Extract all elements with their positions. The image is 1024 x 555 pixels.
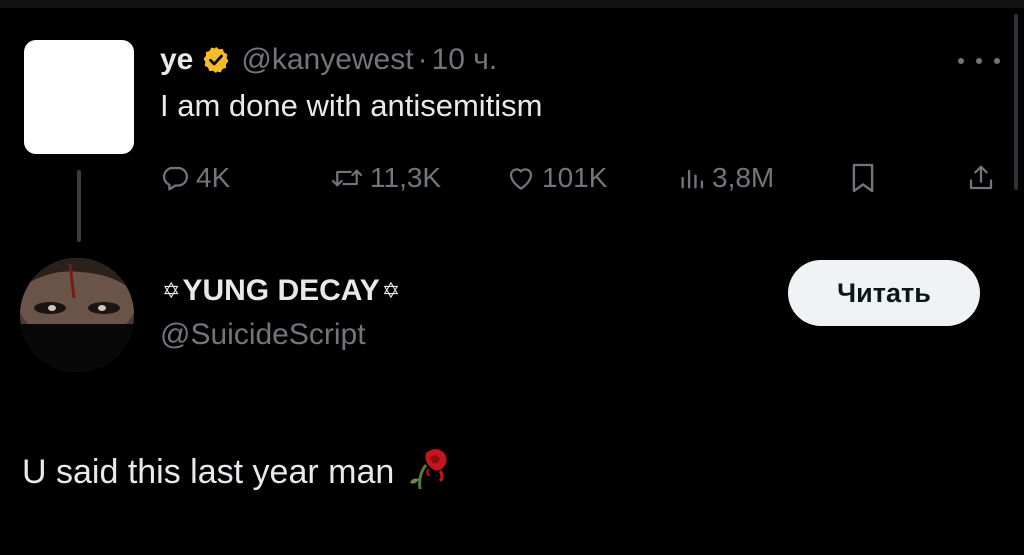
quoted-tweet-timestamp[interactable]: 10 ч. [432, 43, 498, 77]
quoted-tweet-header: ye @kanyewest · 10 ч. [160, 38, 497, 82]
retweet-button[interactable]: 11,3K [330, 160, 441, 196]
retweet-icon [331, 169, 363, 187]
reply-text-content: U said this last year man [22, 453, 395, 491]
author-name-text: YUNG DECAY [182, 274, 380, 307]
author-handle[interactable]: @SuicideScript [160, 318, 366, 352]
quoted-tweet-text: I am done with antisemitism [160, 88, 543, 123]
reply-icon [162, 166, 188, 191]
share-button[interactable] [966, 160, 996, 196]
reply-count: 4K [196, 162, 231, 193]
author-avatar[interactable] [20, 258, 134, 372]
follow-button[interactable]: Читать [788, 260, 980, 326]
reply-button[interactable]: 4K [160, 160, 230, 196]
reply-text: U said this last year man [22, 445, 450, 500]
verified-badge-icon[interactable] [201, 45, 231, 75]
views-button[interactable]: 3,8M [678, 160, 774, 196]
heart-icon [509, 168, 533, 190]
share-icon [969, 165, 993, 190]
bookmark-icon [852, 163, 874, 193]
pentagram-icon: ✡ [381, 278, 401, 303]
views-icon [681, 169, 704, 189]
quoted-author-avatar[interactable] [24, 40, 134, 154]
bookmark-button[interactable] [850, 160, 876, 196]
header-separator: · [417, 43, 428, 76]
scrollbar[interactable] [1014, 14, 1018, 190]
more-options-icon[interactable] [958, 56, 1000, 66]
like-button[interactable]: 101K [506, 160, 607, 196]
quoted-author-handle[interactable]: @kanyewest [241, 43, 413, 77]
retweet-count: 11,3K [370, 162, 442, 193]
author-display-name[interactable]: ✡ YUNG DECAY ✡ [160, 274, 402, 308]
top-edge [0, 0, 1024, 8]
views-count: 3,8M [712, 162, 775, 193]
wilted-rose-icon [406, 445, 450, 500]
quoted-author-name[interactable]: ye [160, 43, 193, 77]
like-count: 101K [542, 162, 608, 193]
thread-connector-line [77, 170, 81, 242]
pentagram-icon: ✡ [162, 278, 181, 303]
